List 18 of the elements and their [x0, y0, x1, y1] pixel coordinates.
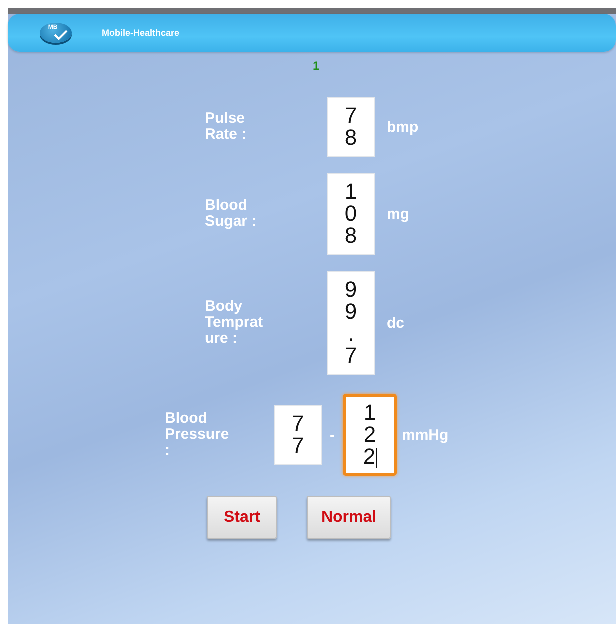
field-label: Pulse Rate : — [205, 111, 248, 143]
start-button[interactable]: Start — [207, 496, 278, 539]
field-label: Blood Pressure : — [165, 411, 230, 459]
unit-text: mmHg — [402, 426, 449, 444]
unit-text: dc — [387, 314, 405, 332]
app-title: Mobile-Healthcare — [102, 28, 180, 38]
separator-text: - — [330, 426, 335, 444]
input-field[interactable]: 99.7 — [327, 271, 375, 375]
unit-text: bmp — [387, 118, 419, 136]
field-label: Blood Sugar : — [205, 198, 258, 230]
field-label: Body Temprature : — [205, 299, 264, 347]
input-field[interactable]: 77 — [274, 405, 322, 465]
indicator-text: 1 — [313, 60, 320, 72]
input-field[interactable]: 78 — [327, 97, 375, 157]
normal-button[interactable]: Normal — [307, 496, 391, 539]
input-field[interactable]: 108 — [327, 173, 375, 255]
input-field[interactable]: 122 — [343, 394, 397, 476]
unit-text: mg — [387, 206, 410, 222]
